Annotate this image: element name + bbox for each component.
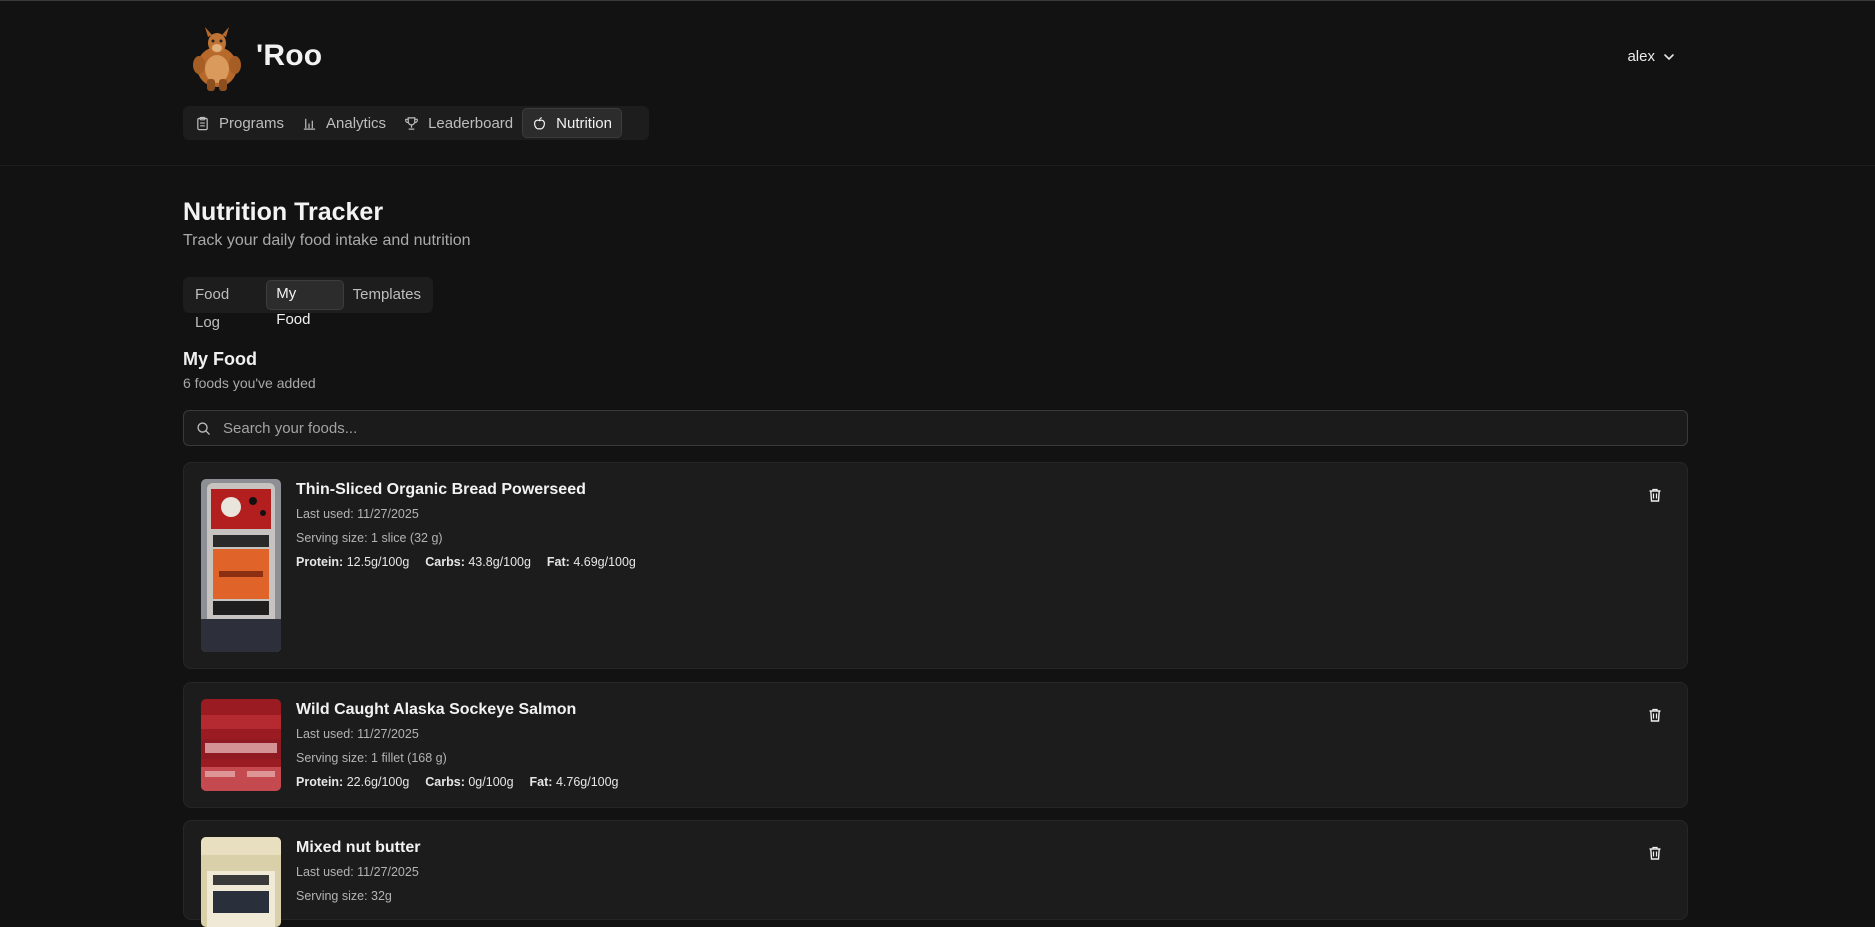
kangaroo-logo[interactable] bbox=[191, 27, 243, 91]
nav-label: Programs bbox=[219, 114, 285, 132]
food-thumbnail bbox=[201, 699, 281, 791]
macro-carbs: Carbs: 0g/100g bbox=[425, 775, 514, 789]
section-subtitle: 6 foods you've added bbox=[183, 375, 316, 391]
nav-item-leaderboard[interactable]: Leaderboard bbox=[395, 109, 522, 137]
page-title: Nutrition Tracker bbox=[183, 198, 384, 226]
tab-food-log[interactable]: Food Log bbox=[186, 281, 266, 331]
nutrition-tabs: Food Log My Food Templates bbox=[183, 277, 433, 331]
food-name: Mixed nut butter bbox=[296, 839, 421, 856]
bar-chart-icon bbox=[303, 118, 316, 130]
food-card[interactable]: Thin-Sliced Organic Bread Powerseed Last… bbox=[183, 462, 1688, 669]
nav-label: Leaderboard bbox=[428, 114, 514, 132]
main-nav: Programs Analytics Leaderboard Nutrition bbox=[183, 106, 649, 140]
section-title: My Food bbox=[183, 349, 257, 369]
food-last-used: Last used: 11/27/2025 bbox=[296, 507, 419, 521]
nav-label: Analytics bbox=[326, 114, 387, 132]
food-last-used: Last used: 11/27/2025 bbox=[296, 727, 419, 741]
macro-fat: Fat: 4.76g/100g bbox=[529, 775, 619, 789]
trash-icon[interactable] bbox=[1647, 707, 1663, 723]
nav-item-programs[interactable]: Programs bbox=[186, 109, 293, 137]
food-card[interactable]: Mixed nut butter Last used: 11/27/2025 S… bbox=[183, 820, 1688, 927]
clipboard-icon bbox=[197, 116, 208, 130]
nav-label: Nutrition bbox=[556, 114, 612, 132]
nav-item-analytics[interactable]: Analytics bbox=[293, 109, 395, 137]
apple-icon bbox=[534, 116, 546, 129]
food-last-used: Last used: 11/27/2025 bbox=[296, 865, 419, 879]
search-input[interactable] bbox=[221, 418, 1625, 438]
app-brand[interactable]: 'Roo bbox=[256, 39, 322, 73]
trash-icon[interactable] bbox=[1647, 845, 1663, 861]
food-name: Wild Caught Alaska Sockeye Salmon bbox=[296, 701, 577, 718]
chevron-down-icon bbox=[1664, 53, 1674, 60]
search-icon bbox=[197, 421, 210, 435]
food-serving-size: Serving size: 1 fillet (168 g) bbox=[296, 751, 447, 765]
food-thumbnail bbox=[201, 479, 281, 652]
food-macros: Protein: 12.5g/100g Carbs: 43.8g/100g Fa… bbox=[296, 555, 636, 569]
macro-fat: Fat: 4.69g/100g bbox=[546, 555, 636, 569]
nav-item-nutrition[interactable]: Nutrition bbox=[522, 108, 622, 138]
tab-templates[interactable]: Templates bbox=[344, 281, 430, 309]
user-name: alex bbox=[1627, 48, 1655, 65]
food-serving-size: Serving size: 32g bbox=[296, 889, 392, 903]
page-subtitle: Track your daily food intake and nutriti… bbox=[183, 232, 471, 249]
tab-my-food[interactable]: My Food bbox=[266, 280, 344, 328]
macro-protein: Protein: 12.5g/100g bbox=[296, 555, 410, 569]
app-header: 'Roo alex Programs Analytics Leaderboard… bbox=[0, 1, 1875, 166]
food-macros: Protein: 22.6g/100g Carbs: 0g/100g Fat: … bbox=[296, 775, 619, 789]
food-name: Thin-Sliced Organic Bread Powerseed bbox=[296, 481, 586, 498]
trash-icon[interactable] bbox=[1647, 487, 1663, 503]
food-card[interactable]: Wild Caught Alaska Sockeye Salmon Last u… bbox=[183, 682, 1688, 808]
macro-carbs: Carbs: 43.8g/100g bbox=[425, 555, 531, 569]
food-serving-size: Serving size: 1 slice (32 g) bbox=[296, 531, 443, 545]
macro-protein: Protein: 22.6g/100g bbox=[296, 775, 410, 789]
search-box bbox=[183, 410, 1688, 446]
trophy-icon bbox=[405, 116, 418, 130]
user-menu[interactable]: alex bbox=[1627, 48, 1675, 65]
food-thumbnail bbox=[201, 837, 281, 927]
